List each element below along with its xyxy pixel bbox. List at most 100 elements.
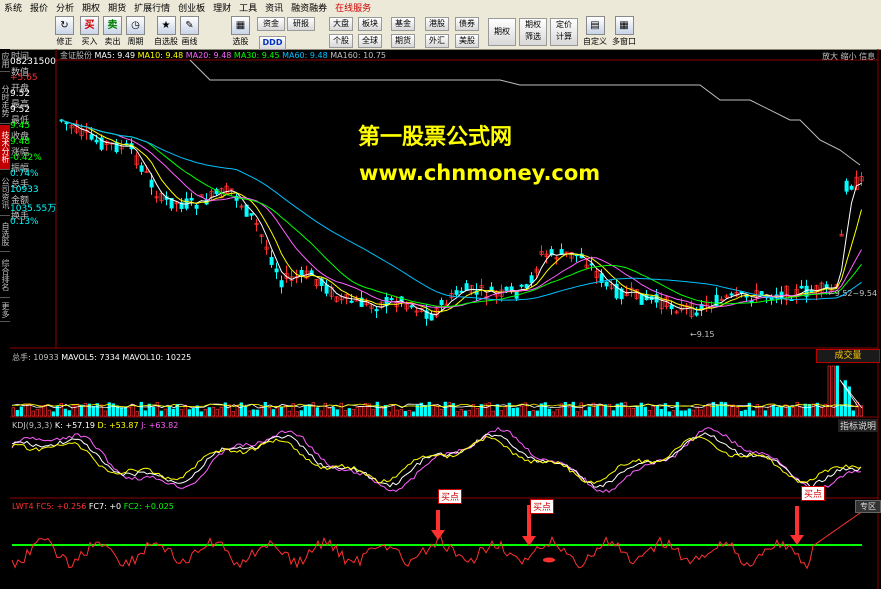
volume-bar xyxy=(147,403,151,417)
volume-bar xyxy=(627,407,631,417)
legend-item: J: +63.82 xyxy=(141,421,179,430)
volume-bar xyxy=(651,405,655,417)
volume-bar xyxy=(151,406,155,417)
candle-body xyxy=(694,312,699,316)
volume-bar xyxy=(759,406,763,417)
candle-body xyxy=(89,134,94,140)
volume-bar xyxy=(675,401,679,417)
volume-bar xyxy=(103,410,107,417)
volume-bar xyxy=(407,410,411,417)
chart-zoom-controls[interactable]: 放大 缩小 信息 xyxy=(822,51,875,62)
volume-bar xyxy=(579,402,583,417)
volume-bar xyxy=(551,411,555,417)
price-panel-frame xyxy=(55,59,879,349)
volume-bar xyxy=(455,411,459,417)
volume-bar xyxy=(387,411,391,417)
volume-bar xyxy=(155,402,159,417)
volume-bar xyxy=(335,409,339,417)
zoom-control[interactable]: 放大 xyxy=(822,52,841,61)
volume-bar xyxy=(643,406,647,417)
kdj-d-line xyxy=(11,435,862,485)
volume-bar xyxy=(751,410,755,417)
legend-item: FC5: +0.256 xyxy=(36,502,89,511)
volume-bar xyxy=(791,406,795,417)
volume-bar xyxy=(15,409,19,417)
volume-bar xyxy=(707,404,711,417)
indicator-help-button[interactable]: 指标说明 xyxy=(838,419,879,432)
volume-bar xyxy=(411,411,415,417)
candle-body xyxy=(824,284,829,288)
volume-bar xyxy=(619,402,623,417)
candle-body xyxy=(299,269,304,276)
volume-bar xyxy=(211,406,215,417)
volume-bar xyxy=(31,410,35,417)
candle-body xyxy=(279,280,284,288)
volume-bar xyxy=(323,402,327,417)
volume-bar xyxy=(543,402,547,417)
volume-bar xyxy=(547,408,551,417)
volume-bar xyxy=(203,408,207,417)
volume-bar xyxy=(263,401,267,417)
volume-bar xyxy=(699,409,703,417)
volume-bar xyxy=(631,407,635,417)
volume-bar xyxy=(363,403,367,417)
buy-point-badge: 买点 xyxy=(530,499,555,514)
volume-bar xyxy=(831,365,835,417)
volume-bar xyxy=(79,404,83,417)
candle-body xyxy=(454,290,459,295)
candle-body xyxy=(509,286,514,290)
legend-item: K: +57.19 xyxy=(54,421,98,430)
volume-bar xyxy=(371,409,375,417)
volume-bar xyxy=(163,408,167,417)
zoom-control[interactable]: 缩小 xyxy=(841,52,860,61)
candle-body xyxy=(64,122,69,125)
volume-bar xyxy=(691,409,695,417)
volume-bar xyxy=(251,409,255,417)
volume-bar xyxy=(775,406,779,417)
zoom-control[interactable]: 信息 xyxy=(859,52,875,61)
volume-bar xyxy=(499,410,503,417)
candle-body xyxy=(799,285,804,289)
volume-bar xyxy=(771,404,775,417)
candle-body xyxy=(249,213,254,216)
candle-body xyxy=(519,284,524,287)
volume-bar xyxy=(715,405,719,417)
candle-body xyxy=(139,165,144,172)
volume-bar xyxy=(575,411,579,417)
volume-bar xyxy=(583,410,587,417)
zone-button[interactable]: 专区 xyxy=(855,500,881,513)
candle-body xyxy=(374,309,379,312)
ma-legend: 金证股份 MA5: 9.49 MA10: 9.48 MA20: 9.48 MA3… xyxy=(60,50,386,61)
volume-bar xyxy=(779,405,783,417)
volume-bar xyxy=(271,409,275,417)
signal-dot xyxy=(543,557,555,563)
volume-bar xyxy=(623,402,627,417)
volume-bar xyxy=(475,408,479,417)
candle-body xyxy=(669,304,674,310)
volume-bar xyxy=(555,408,559,417)
volume-bar xyxy=(735,406,739,417)
volume-bar xyxy=(347,408,351,417)
volume-bar xyxy=(231,411,235,417)
volume-bar xyxy=(403,410,407,417)
lwt-legend: LWT4 FC5: +0.256 FC7: +0 FC2: +0.025 xyxy=(12,502,174,511)
volume-button[interactable]: 成交量 xyxy=(816,349,880,363)
volume-bar xyxy=(835,365,839,417)
legend-item: MA160: 10.75 xyxy=(330,51,387,60)
volume-bar xyxy=(491,410,495,417)
legend-item: 金证股份 xyxy=(60,51,95,60)
volume-bar xyxy=(503,406,507,417)
volume-bar xyxy=(355,406,359,417)
volume-bar xyxy=(463,410,467,417)
candle-body xyxy=(809,290,814,293)
volume-bar xyxy=(803,403,807,417)
volume-bar xyxy=(435,406,439,417)
volume-bar xyxy=(507,402,511,417)
volume-bar xyxy=(647,409,651,417)
volume-bar xyxy=(127,406,131,417)
volume-bar xyxy=(11,407,15,417)
legend-item: KDJ(9,3,3) xyxy=(12,421,55,430)
volume-bar xyxy=(131,404,135,417)
volume-bar xyxy=(439,409,443,417)
volume-bar xyxy=(311,402,315,417)
